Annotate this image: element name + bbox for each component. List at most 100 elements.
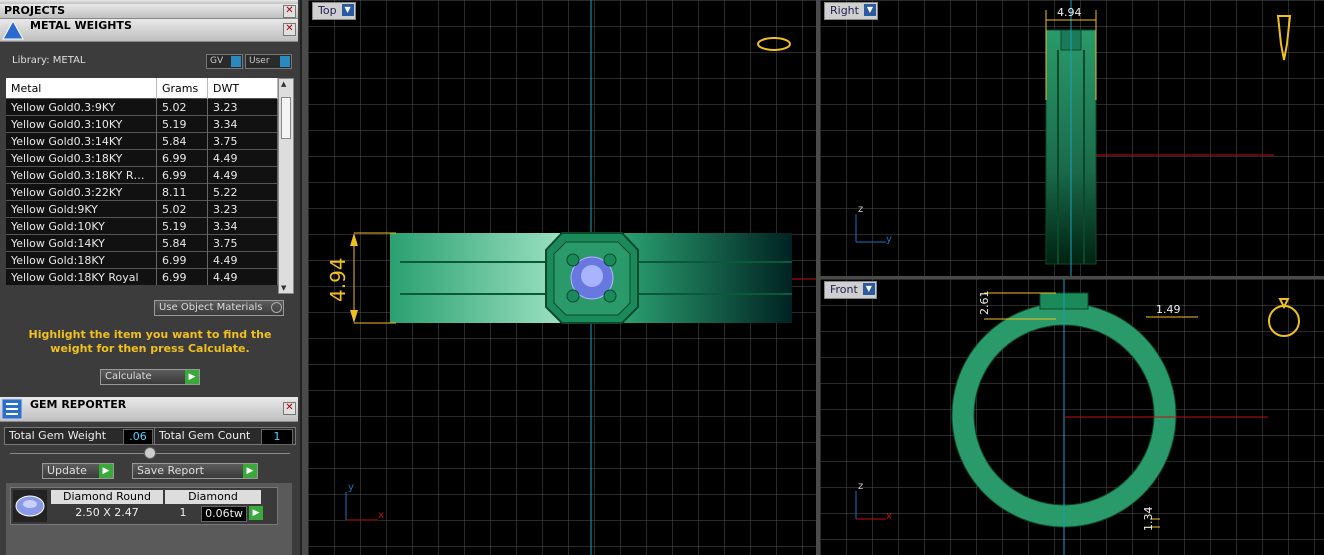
total-gem-count-field: Total Gem Count 1 <box>154 427 296 445</box>
metal-cell: Yellow Gold:10KY <box>6 217 157 235</box>
table-row[interactable]: Yellow Gold:10KY 5.19 3.34 <box>6 217 278 235</box>
right-viewport-canvas[interactable] <box>820 0 1324 276</box>
save-report-button[interactable]: Save Report ▶ <box>132 463 258 479</box>
scroll-down-icon[interactable]: ▼ <box>281 284 286 292</box>
right-view-label: Right <box>830 4 859 17</box>
dwt-cell: 4.49 <box>207 149 278 167</box>
grams-cell: 5.19 <box>156 217 208 235</box>
instruction-text: Highlight the item you want to find the … <box>28 328 272 355</box>
gem-reporter-header[interactable]: GEM REPORTER ✕ <box>0 397 298 422</box>
table-row[interactable]: Yellow Gold0.3:22KY 8.11 5.22 <box>6 183 278 201</box>
use-object-materials-toggle[interactable]: Use Object Materials <box>154 300 284 316</box>
grams-cell: 8.11 <box>156 183 208 201</box>
right-view-dropdown[interactable]: Right ▼ <box>824 2 878 20</box>
close-icon[interactable]: ✕ <box>283 402 296 415</box>
metal-cell: Yellow Gold:18KY Royal <box>6 268 157 285</box>
table-row[interactable]: Yellow Gold0.3:18KY 6.99 4.49 <box>6 149 278 167</box>
metal-weights-title: METAL WEIGHTS <box>30 19 132 32</box>
front-dimension-b-label: 1.49 <box>1156 303 1181 316</box>
front-view-label: Front <box>830 283 858 296</box>
chevron-down-icon: ▼ <box>341 4 354 16</box>
axis-y-label: y <box>886 234 892 245</box>
table-row[interactable]: Yellow Gold:14KY 5.84 3.75 <box>6 234 278 252</box>
dwt-cell: 4.49 <box>207 251 278 269</box>
toggle-indicator <box>280 56 290 67</box>
right-viewport[interactable]: 4.94 z y Right ▼ <box>820 0 1324 276</box>
grams-cell: 5.19 <box>156 115 208 133</box>
play-icon: ▶ <box>185 370 199 384</box>
front-viewport-canvas[interactable] <box>820 279 1324 555</box>
gem-list: Diamond Round 2.50 X 2.47 Diamond 1 0.06… <box>6 483 292 555</box>
metal-cell: Yellow Gold:18KY <box>6 251 157 269</box>
close-icon[interactable]: ✕ <box>283 23 296 36</box>
metal-table-scrollbar[interactable]: ▲ ▼ <box>278 78 294 294</box>
metal-cell: Yellow Gold0.3:9KY <box>6 98 157 116</box>
total-gem-weight-label: Total Gem Weight <box>9 429 107 442</box>
metal-cell: Yellow Gold0.3:22KY <box>6 183 157 201</box>
dwt-cell: 3.23 <box>207 98 278 116</box>
top-dimension-label: 4.94 <box>326 257 350 302</box>
play-icon: ▶ <box>99 464 113 478</box>
table-row[interactable]: Yellow Gold0.3:18KY R… 6.99 4.49 <box>6 166 278 184</box>
gem-shape: Diamond Round <box>51 490 163 504</box>
axis-x-label: x <box>886 511 892 522</box>
left-panel: PROJECTS ✕ METAL WEIGHTS ✕ Library: META… <box>0 0 302 555</box>
table-row[interactable]: Yellow Gold:18KY 6.99 4.49 <box>6 251 278 269</box>
top-view-label: Top <box>318 4 337 17</box>
metal-weights-header[interactable]: METAL WEIGHTS ✕ <box>0 19 298 42</box>
dwt-cell: 5.22 <box>207 183 278 201</box>
column-header-metal[interactable]: Metal <box>6 78 157 99</box>
projects-header[interactable]: PROJECTS ✕ <box>0 4 298 19</box>
total-gem-weight-field: Total Gem Weight .06 <box>4 427 156 445</box>
dwt-cell: 3.34 <box>207 217 278 235</box>
axis-x-label: x <box>378 510 384 521</box>
gv-toggle[interactable]: GV <box>206 54 243 69</box>
gem-reporter-icon <box>1 398 23 420</box>
calculate-button[interactable]: Calculate ▶ <box>100 369 200 385</box>
update-button[interactable]: Update ▶ <box>42 463 114 479</box>
top-viewport[interactable]: 4.94 y x Top ▼ <box>308 0 816 555</box>
column-header-dwt[interactable]: DWT <box>207 78 278 99</box>
update-label: Update <box>47 464 87 477</box>
dwt-cell: 3.23 <box>207 200 278 218</box>
table-row[interactable]: Yellow Gold0.3:10KY 5.19 3.34 <box>6 115 278 133</box>
save-report-label: Save Report <box>137 464 204 477</box>
gem-size: 2.50 X 2.47 <box>75 506 139 519</box>
front-viewport[interactable]: 2.61 1.49 1.34 z x Front ▼ <box>820 279 1324 555</box>
metal-cell: Yellow Gold0.3:14KY <box>6 132 157 150</box>
slider-handle[interactable] <box>144 447 156 459</box>
top-view-dropdown[interactable]: Top ▼ <box>312 2 356 20</box>
calculate-label: Calculate <box>105 371 152 382</box>
gem-reporter-title: GEM REPORTER <box>30 398 127 411</box>
column-header-grams[interactable]: Grams <box>156 78 208 99</box>
table-row[interactable]: Yellow Gold:18KY Royal 6.99 4.49 <box>6 268 278 285</box>
gem-row[interactable]: Diamond Round 2.50 X 2.47 Diamond 1 0.06… <box>10 487 278 525</box>
gem-weight: 0.06tw <box>201 506 247 522</box>
gem-count: 1 <box>179 506 187 519</box>
play-icon[interactable]: ▶ <box>249 506 263 520</box>
table-row[interactable]: Yellow Gold:9KY 5.02 3.23 <box>6 200 278 218</box>
projects-title: PROJECTS <box>4 4 65 17</box>
top-viewport-canvas[interactable] <box>308 0 816 555</box>
front-view-dropdown[interactable]: Front ▼ <box>824 281 877 299</box>
user-toggle[interactable]: User <box>245 54 292 69</box>
table-row[interactable]: Yellow Gold0.3:14KY 5.84 3.75 <box>6 132 278 150</box>
axis-z-label: z <box>858 204 864 215</box>
metal-cell: Yellow Gold0.3:18KY <box>6 149 157 167</box>
use-object-materials-label: Use Object Materials <box>159 302 263 313</box>
scroll-thumb[interactable] <box>281 97 291 139</box>
table-row[interactable]: Yellow Gold0.3:9KY 5.02 3.23 <box>6 98 278 116</box>
front-dimension-a-label: 2.61 <box>978 290 991 316</box>
close-icon[interactable]: ✕ <box>283 5 296 18</box>
diamond-round-icon <box>13 490 47 522</box>
grams-cell: 6.99 <box>156 251 208 269</box>
axis-z-label: z <box>858 481 864 492</box>
dwt-cell: 3.75 <box>207 132 278 150</box>
grams-cell: 6.99 <box>156 268 208 285</box>
grams-cell: 5.02 <box>156 200 208 218</box>
metal-weights-icon <box>2 19 24 40</box>
scroll-up-icon[interactable]: ▲ <box>281 80 286 88</box>
front-dimension-c-label: 1.34 <box>1142 506 1155 532</box>
chevron-down-icon: ▼ <box>862 283 875 295</box>
metal-table: Metal Grams DWT Yellow Gold0.3:9KY 5.02 3.… <box>6 78 278 285</box>
